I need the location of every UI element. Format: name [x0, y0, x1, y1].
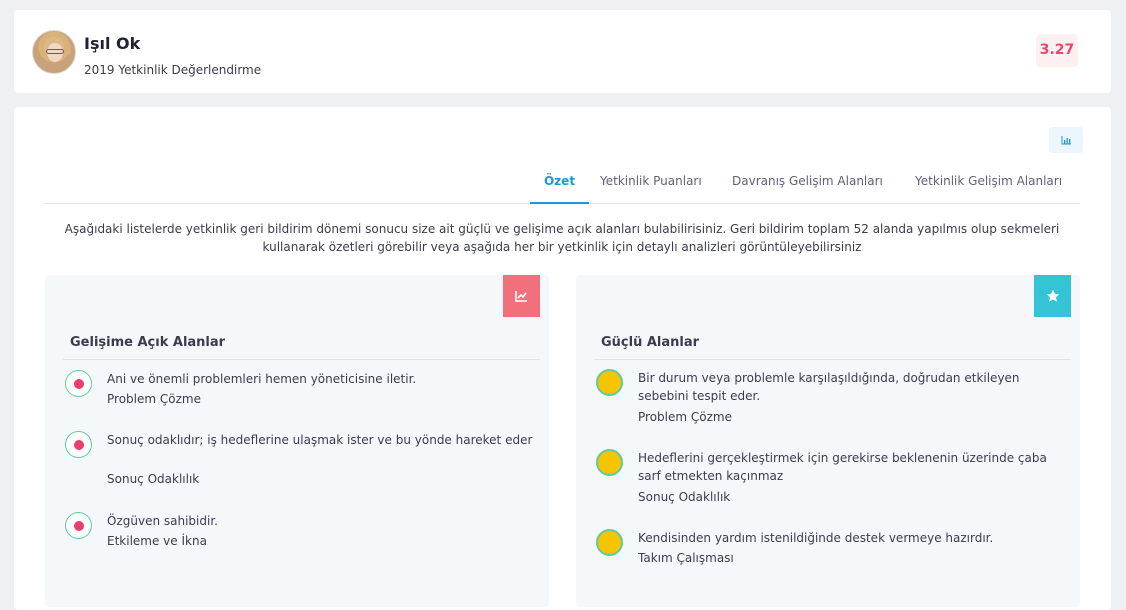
item-text: Hedeflerini gerçekleştirmek için gerekir… [638, 451, 1047, 483]
chart-line-icon [503, 275, 540, 317]
development-areas-panel: Gelişime Açık Alanlar Ani ve önemli prob… [45, 275, 549, 607]
tab-yetkinlik-puanlari[interactable]: Yetkinlik Puanları [600, 162, 702, 204]
item-category: Sonuç Odaklılık [107, 472, 200, 486]
avatar [32, 30, 76, 74]
item-category: Problem Çözme [638, 410, 732, 424]
status-marker [65, 512, 92, 539]
tab-bar: Özet Yetkinlik Puanları Davranış Gelişim… [44, 162, 1080, 204]
item-text: Sonuç odaklıdır; iş hedeflerine ulaşmak … [107, 433, 533, 447]
evaluation-subtitle: 2019 Yetkinlik Değerlendirme [84, 63, 262, 77]
profile-header: Işıl Ok 2019 Yetkinlik Değerlendirme 3.2… [14, 10, 1111, 93]
item-text: Bir durum veya problemle karşılaşıldığın… [638, 371, 1020, 403]
development-areas-title: Gelişime Açık Alanlar [70, 335, 226, 350]
item-category: Etkileme ve İkna [107, 534, 207, 548]
chart-view-button[interactable] [1049, 127, 1083, 153]
item-text: Özgüven sahibidir. [107, 514, 218, 528]
divider [63, 359, 540, 360]
item-text: Ani ve önemli problemleri hemen yönetici… [107, 372, 417, 386]
intro-text: Aşağıdaki listelerde yetkinlik geri bild… [64, 222, 1060, 254]
strengths-panel: Güçlü Alanlar Bir durum veya problemle k… [576, 275, 1080, 607]
bar-chart-icon [1061, 135, 1071, 144]
tab-yetkinlik-gelisim-alanlari[interactable]: Yetkinlik Gelişim Alanları [915, 162, 1062, 204]
status-marker [596, 529, 623, 556]
tab-davranis-gelisim-alanlari[interactable]: Davranış Gelişim Alanları [732, 162, 883, 204]
item-category: Takım Çalışması [638, 551, 734, 565]
strengths-title: Güçlü Alanlar [601, 335, 700, 350]
status-marker [596, 449, 623, 476]
star-icon [1034, 275, 1071, 317]
item-category: Sonuç Odaklılık [638, 490, 731, 504]
status-marker [65, 431, 92, 458]
score-badge: 3.27 [1036, 34, 1078, 67]
tab-ozet[interactable]: Özet [530, 162, 590, 204]
divider [594, 359, 1071, 360]
status-marker [596, 369, 623, 396]
summary-card: Özet Yetkinlik Puanları Davranış Gelişim… [14, 107, 1111, 610]
item-text: Kendisinden yardım istenildiğinde destek… [638, 531, 994, 545]
status-marker [65, 370, 92, 397]
user-name: Işıl Ok [84, 34, 141, 53]
item-category: Problem Çözme [107, 392, 201, 406]
